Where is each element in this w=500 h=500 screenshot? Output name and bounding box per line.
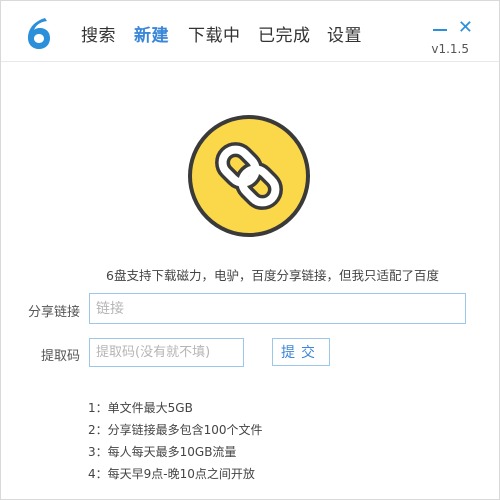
version-label: v1.1.5 xyxy=(431,42,469,56)
tab-search[interactable]: 搜索 xyxy=(81,21,116,46)
app-window: 搜索 新建 下载中 已完成 设置 ✕ v1.1.5 6盘支持下载磁力，电驴，百度… xyxy=(0,0,500,500)
window-controls: ✕ xyxy=(433,17,473,38)
tab-settings[interactable]: 设置 xyxy=(327,21,362,46)
tab-new[interactable]: 新建 xyxy=(134,21,169,46)
usage-notes: 1：单文件最大5GB 2：分享链接最多包含100个文件 3：每人每天最多10GB… xyxy=(88,400,263,488)
submit-button[interactable]: 提交 xyxy=(272,338,330,366)
top-nav-bar: 搜索 新建 下载中 已完成 设置 ✕ v1.1.5 xyxy=(1,1,499,61)
tab-downloading[interactable]: 下载中 xyxy=(188,21,241,46)
minimize-icon[interactable] xyxy=(433,29,447,31)
share-link-label: 分享链接 xyxy=(28,305,81,320)
note-item: 3：每人每天最多10GB流量 xyxy=(88,445,237,459)
note-item: 4：每天早9点-晚10点之间开放 xyxy=(88,467,255,481)
app-logo xyxy=(28,18,50,49)
code-input[interactable] xyxy=(89,338,244,367)
note-item: 1：单文件最大5GB xyxy=(88,401,193,415)
tab-completed[interactable]: 已完成 xyxy=(258,21,311,46)
header-divider xyxy=(1,61,499,62)
chain-link-icon xyxy=(188,115,310,237)
code-label: 提取码 xyxy=(41,349,81,364)
share-link-input[interactable] xyxy=(89,293,466,324)
support-description: 6盘支持下载磁力，电驴，百度分享链接，但我只适配了百度 xyxy=(106,268,439,283)
note-item: 2：分享链接最多包含100个文件 xyxy=(88,423,263,437)
close-icon[interactable]: ✕ xyxy=(458,17,473,39)
